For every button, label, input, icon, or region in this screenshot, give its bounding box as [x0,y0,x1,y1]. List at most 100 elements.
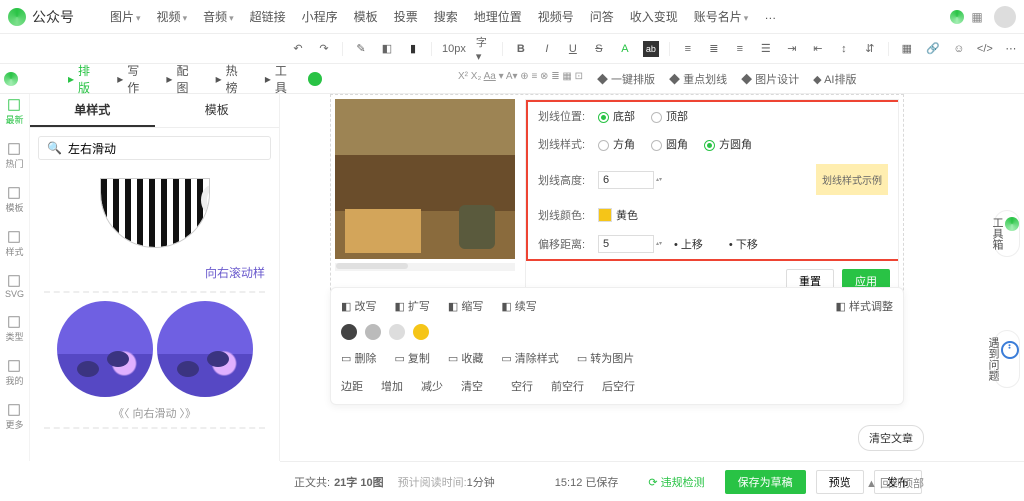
eraser-icon[interactable]: ◧ [379,41,395,57]
top-tab[interactable]: 账号名片 [688,5,755,28]
rail-item[interactable]: SVG [5,274,24,299]
save-draft-button[interactable]: 保存为草稿 [725,470,806,494]
align-right-icon[interactable]: ≡ [732,41,748,57]
top-tab[interactable]: 图片 [104,5,147,28]
search-input[interactable]: 🔍 [38,136,271,160]
strike-icon[interactable]: S [591,41,607,57]
table-icon[interactable]: ▦ [899,41,915,57]
top-tab[interactable]: 问答 [584,5,620,28]
top-tab[interactable]: 搜索 [428,5,464,28]
top-tab[interactable]: 音频 [197,5,240,28]
mode-tab[interactable]: ▸写作 [111,59,154,99]
rail-item[interactable]: 类型 [5,315,23,343]
top-tab[interactable]: 视频号 [532,5,580,28]
bold-icon[interactable]: B [513,41,529,57]
font-family-icon[interactable]: 字▾ [476,41,492,57]
align-justify-icon[interactable]: ☰ [758,41,774,57]
rail-item[interactable]: 热门 [5,142,23,170]
link-icon[interactable]: 🔗 [925,41,941,57]
radio-option[interactable]: 底部 [598,108,635,124]
radio-option[interactable]: 方角 [598,136,635,152]
quick-action[interactable]: ◆ 一键排版 [597,71,655,87]
rail-item[interactable]: 更多 [5,403,23,431]
underline-icon[interactable]: U [565,41,581,57]
height-input[interactable]: 6 [598,171,654,189]
font-color-icon[interactable]: A [617,41,633,57]
top-tab[interactable]: 小程序 [296,5,344,28]
color-dot[interactable] [341,324,357,340]
violation-check[interactable]: ⟳ 违规检测 [648,474,704,490]
offset-dir[interactable]: • 下移 [729,236,758,252]
offset-dir[interactable]: • 上移 [674,236,703,252]
preview-button[interactable]: 预览 [816,470,864,494]
block-action[interactable]: ▭ 转为图片 [577,350,634,366]
top-tab[interactable]: 收入变现 [624,5,684,28]
outdent-icon[interactable]: ⇤ [810,41,826,57]
top-tab[interactable]: 视频 [151,5,194,28]
rewrite-action[interactable]: ◧ 改写 [341,298,376,314]
block-action[interactable]: ▭ 收藏 [448,350,483,366]
margin-dec[interactable]: 减少 [421,378,443,394]
style-preview-cup[interactable] [90,168,220,258]
redo-icon[interactable]: ↷ [316,41,332,57]
tab-single-style[interactable]: 单样式 [30,94,155,127]
grid-icon[interactable]: ▦ [968,8,986,26]
help-float[interactable]: 遇到问题 [994,330,1020,388]
bucket-icon[interactable]: ▮ [405,41,421,57]
offset-input[interactable]: 5 [598,235,654,253]
margin-inc[interactable]: 增加 [381,378,403,394]
undo-icon[interactable]: ↶ [290,41,306,57]
avatar[interactable] [994,6,1016,28]
toolbox-float[interactable]: 工具箱 [994,210,1020,257]
tab-template[interactable]: 模板 [155,94,280,127]
color-dot[interactable] [389,324,405,340]
more-icon[interactable]: ⋯ [1003,41,1019,57]
top-tab[interactable]: 模板 [348,5,384,28]
rail-item[interactable]: 模板 [5,186,23,214]
blank-before[interactable]: 前空行 [551,378,584,394]
block-action[interactable]: ▭ 复制 [394,350,429,366]
rail-item[interactable]: 最新 [5,98,23,126]
rewrite-action[interactable]: ◧ 扩写 [394,298,429,314]
color-dot[interactable] [413,324,429,340]
margin-clear[interactable]: 清空 [461,378,483,394]
rewrite-action[interactable]: ◧ 缩写 [448,298,483,314]
top-tab[interactable]: 地理位置 [468,5,528,28]
quick-action[interactable]: ◆ AI排版 [813,71,856,87]
rail-item[interactable]: 样式 [5,230,23,258]
top-tab[interactable]: 超链接 [244,5,292,28]
code-icon[interactable]: </> [977,41,993,57]
blank-after[interactable]: 后空行 [602,378,635,394]
align-left-icon[interactable]: ≡ [680,41,696,57]
radio-option[interactable]: 顶部 [651,108,688,124]
italic-icon[interactable]: I [539,41,555,57]
mode-tab[interactable]: ▸工具 [259,59,302,99]
color-dot[interactable] [365,324,381,340]
clear-article[interactable]: 清空文章 [858,425,924,451]
radio-option[interactable]: 圆角 [651,136,688,152]
font-size[interactable]: 10px [442,43,466,55]
style-preview-pond[interactable] [30,301,279,397]
emoji-icon[interactable]: ☺ [951,41,967,57]
sync-icon[interactable] [950,10,964,24]
quick-action[interactable]: ◆ 重点划线 [669,71,727,87]
block-action[interactable]: ▭ 清除样式 [501,350,558,366]
mode-tab[interactable]: ▸配图 [160,59,203,99]
mode-tab[interactable]: ▸热榜 [210,59,253,99]
top-tab[interactable]: … [758,5,782,28]
rewrite-action[interactable]: ◧ 样式调整 [836,298,893,314]
bg-color-icon[interactable]: ab [643,41,659,57]
align-center-icon[interactable]: ≣ [706,41,722,57]
color-swatch[interactable] [598,208,612,222]
horizontal-scrollbar[interactable] [335,263,515,271]
top-tab[interactable]: 投票 [388,5,424,28]
indent-icon[interactable]: ⇥ [784,41,800,57]
rewrite-action[interactable]: ◧ 续写 [501,298,536,314]
mode-tab[interactable]: ▸排版 [62,59,105,99]
back-to-top[interactable]: ▲ 回到顶部 [866,475,924,491]
spacing-icon[interactable]: ⇵ [862,41,878,57]
quick-action[interactable]: ◆ 图片设计 [741,71,799,87]
block-action[interactable]: ▭ 删除 [341,350,376,366]
format-paint-icon[interactable]: ✎ [353,41,369,57]
search-field[interactable] [68,141,262,155]
